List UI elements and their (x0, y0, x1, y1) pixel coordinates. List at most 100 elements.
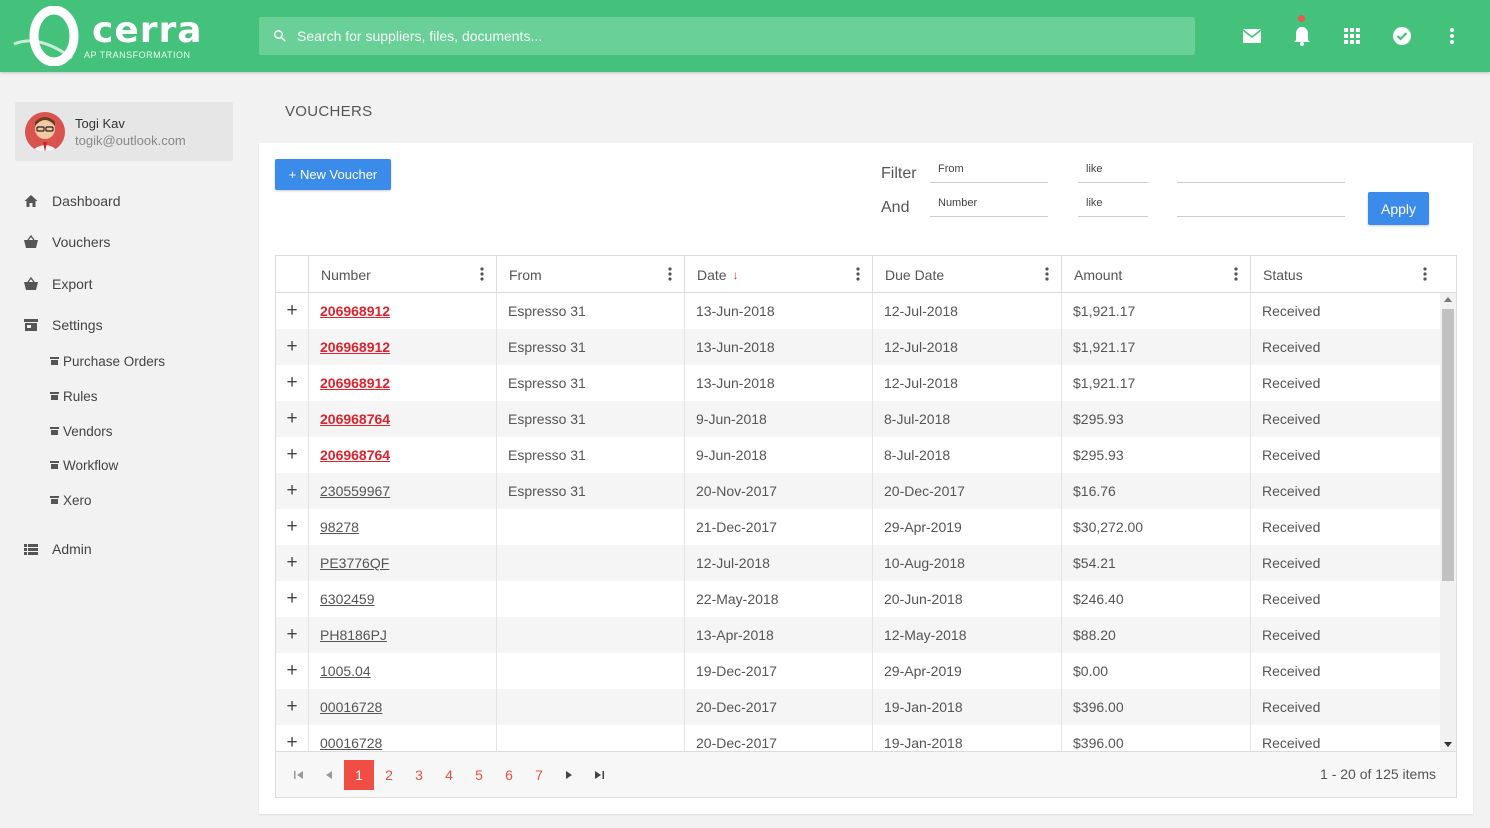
apply-button[interactable]: Apply (1368, 192, 1429, 225)
table-row[interactable]: +206968912 Espresso 31 13-Jun-2018 12-Jul-2… (276, 329, 1440, 365)
expand-row-icon[interactable]: + (276, 509, 308, 545)
column-menu-icon[interactable] (480, 266, 484, 282)
voucher-number-link[interactable]: 206968764 (320, 411, 390, 427)
first-page-icon[interactable] (284, 760, 314, 790)
scrollbar-thumb[interactable] (1442, 309, 1454, 581)
column-header-from[interactable]: From (496, 256, 684, 293)
last-page-icon[interactable] (584, 760, 614, 790)
column-menu-icon[interactable] (856, 266, 860, 282)
sidebar-subitem-vendors[interactable]: Vendors (50, 424, 113, 446)
filter-value-input-1[interactable] (1177, 159, 1345, 183)
page-button-2[interactable]: 2 (374, 760, 404, 790)
next-page-icon[interactable] (554, 760, 584, 790)
voucher-number-link[interactable]: 206968764 (320, 447, 390, 463)
table-row[interactable]: +206968764 Espresso 31 9-Jun-2018 8-Jul-201… (276, 401, 1440, 437)
filter-operator-select-1[interactable]: like (1078, 159, 1148, 183)
voucher-number-link[interactable]: 230559967 (320, 483, 390, 499)
voucher-number-link[interactable]: 206968912 (320, 339, 390, 355)
expand-row-icon[interactable]: + (276, 617, 308, 653)
new-voucher-button[interactable]: + New Voucher (275, 159, 391, 190)
previous-page-icon[interactable] (314, 760, 344, 790)
column-header-due-date[interactable]: Due Date (872, 256, 1061, 293)
sidebar-item-label: Dashboard (52, 193, 121, 209)
cerra-logo[interactable]: cerra AP TRANSFORMATION (12, 5, 202, 67)
column-menu-icon[interactable] (1045, 266, 1049, 282)
page-button-7[interactable]: 7 (524, 760, 554, 790)
expand-row-icon[interactable]: + (276, 545, 308, 581)
table-row[interactable]: +206968764 Espresso 31 9-Jun-2018 8-Jul-201… (276, 437, 1440, 473)
expand-row-icon[interactable]: + (276, 725, 308, 751)
sidebar-subitem-xero[interactable]: Xero (50, 493, 92, 515)
sidebar-item-settings[interactable]: Settings (15, 310, 233, 340)
filter-field-select-1[interactable]: From (930, 159, 1048, 183)
expand-row-icon[interactable]: + (276, 401, 308, 437)
sidebar-item-export[interactable]: Export (15, 269, 233, 299)
date-cell: 13-Apr-2018 (684, 617, 872, 653)
vertical-scrollbar[interactable] (1440, 293, 1456, 751)
expand-row-icon[interactable]: + (276, 293, 308, 329)
column-header-amount[interactable]: Amount (1061, 256, 1250, 293)
expand-row-icon[interactable]: + (276, 689, 308, 725)
sidebar-item-admin[interactable]: Admin (15, 534, 233, 564)
filter-operator-select-2[interactable]: like (1078, 193, 1148, 217)
filter-field-select-2[interactable]: Number (930, 193, 1048, 217)
voucher-number-link[interactable]: 00016728 (320, 699, 382, 715)
number-cell: 206968912 (308, 293, 496, 329)
table-row[interactable]: + PH8186PJ 13-Apr-2018 12-May-2018 $88.20 Rec… (276, 617, 1440, 653)
basket-icon (24, 234, 38, 248)
scroll-up-arrow-icon[interactable] (1444, 297, 1452, 302)
sidebar-subitem-rules[interactable]: Rules (50, 389, 98, 411)
amount-cell: $54.21 (1061, 545, 1250, 581)
voucher-number-link[interactable]: 206968912 (320, 375, 390, 391)
page-button-6[interactable]: 6 (494, 760, 524, 790)
expand-row-icon[interactable]: + (276, 581, 308, 617)
sidebar-subitem-purchase-orders[interactable]: Purchase Orders (50, 354, 165, 376)
page-button-5[interactable]: 5 (464, 760, 494, 790)
page-button-1[interactable]: 1 (344, 760, 374, 790)
voucher-number-link[interactable]: 206968912 (320, 303, 390, 319)
number-cell: 206968764 (308, 401, 496, 437)
voucher-number-link[interactable]: PE3776QF (320, 555, 389, 571)
column-header-date[interactable]: Date ↓ (684, 256, 872, 293)
expand-row-icon[interactable]: + (276, 365, 308, 401)
voucher-number-link[interactable]: 00016728 (320, 735, 382, 751)
table-row[interactable]: +206968912 Espresso 31 13-Jun-2018 12-Jul-2… (276, 365, 1440, 401)
column-menu-icon[interactable] (668, 266, 672, 282)
expand-row-icon[interactable]: + (276, 653, 308, 689)
more-vert-icon[interactable] (1440, 24, 1464, 48)
table-row[interactable]: +6302459 22-May-2018 20-Jun-2018 $246.40 Rec… (276, 581, 1440, 617)
apps-grid-icon[interactable] (1340, 24, 1364, 48)
voucher-number-link[interactable]: 98278 (320, 519, 359, 535)
page-button-3[interactable]: 3 (404, 760, 434, 790)
check-circle-icon[interactable] (1390, 24, 1414, 48)
column-header-number[interactable]: Number (308, 256, 496, 293)
sidebar-subitem-label: Rules (63, 389, 98, 404)
table-row[interactable]: +98278 21-Dec-2017 29-Apr-2019 $30,272.00 Re… (276, 509, 1440, 545)
voucher-number-link[interactable]: 1005.04 (320, 663, 371, 679)
column-menu-icon[interactable] (1423, 266, 1427, 282)
table-row[interactable]: +00016728 20-Dec-2017 19-Jan-2018 $396.00 Re… (276, 689, 1440, 725)
scroll-down-arrow-icon[interactable] (1444, 742, 1452, 747)
sidebar-subitem-workflow[interactable]: Workflow (50, 458, 118, 480)
table-row[interactable]: +206968912 Espresso 31 13-Jun-2018 12-Jul-2… (276, 293, 1440, 329)
voucher-number-link[interactable]: PH8186PJ (320, 627, 387, 643)
table-row[interactable]: + PE3776QF 12-Jul-2018 10-Aug-2018 $54.21 Rec… (276, 545, 1440, 581)
mail-icon[interactable] (1240, 24, 1264, 48)
search-input[interactable] (297, 17, 1177, 55)
sidebar-subitem-label: Purchase Orders (63, 354, 166, 369)
expand-row-icon[interactable]: + (276, 329, 308, 365)
column-header-status[interactable]: Status (1250, 256, 1439, 293)
sidebar-item-vouchers[interactable]: Vouchers (15, 227, 233, 257)
expand-row-icon[interactable]: + (276, 473, 308, 509)
filter-value-input-2[interactable] (1177, 193, 1345, 217)
table-row[interactable]: +1005.04 19-Dec-2017 29-Apr-2019 $0.00 Recei… (276, 653, 1440, 689)
bell-icon[interactable] (1290, 24, 1314, 48)
voucher-number-link[interactable]: 6302459 (320, 591, 375, 607)
page-button-4[interactable]: 4 (434, 760, 464, 790)
table-row[interactable]: +00016728 20-Dec-2017 19-Jan-2018 $396.00 Re… (276, 725, 1440, 751)
user-profile-card[interactable]: Togi Kav togik@outlook.com (15, 102, 233, 161)
column-menu-icon[interactable] (1234, 266, 1238, 282)
sidebar-item-dashboard[interactable]: Dashboard (15, 186, 233, 216)
table-row[interactable]: +230559967 Espresso 31 20-Nov-2017 20-Dec-2… (276, 473, 1440, 509)
expand-row-icon[interactable]: + (276, 437, 308, 473)
